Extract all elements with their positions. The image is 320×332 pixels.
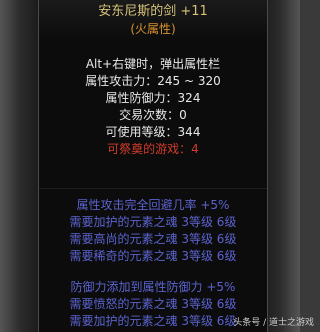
watermark: 头条号 / 道士之游戏 bbox=[233, 318, 314, 328]
alt-hint: Alt+右键时，弹出属性栏 bbox=[85, 57, 221, 71]
attack-requirement-3: 需要稀奇的元素之魂 3等级 6级 bbox=[69, 249, 237, 263]
sacrifice-count: 可祭奠的游戏：4 bbox=[107, 142, 199, 156]
attack-requirement-2: 需要高尚的元素之魂 3等级 6级 bbox=[69, 232, 237, 246]
defense-bonus-title: 防御力添加到属性防御力 +5% bbox=[70, 280, 236, 294]
section-divider bbox=[39, 188, 267, 189]
stat-defense: 属性防御力：324 bbox=[105, 91, 201, 105]
attack-requirement-1: 需要加护的元素之魂 3等级 6级 bbox=[69, 215, 237, 229]
stat-trade-count: 交易次数：0 bbox=[119, 108, 187, 122]
item-name: 安东尼斯的剑 +11 bbox=[98, 4, 208, 19]
stat-attack: 属性攻击力：245 ~ 320 bbox=[85, 74, 221, 88]
item-tooltip: 安东尼斯的剑 +11 (火属性) Alt+右键时，弹出属性栏 属性攻击力：245… bbox=[38, 0, 268, 332]
element-tag: (火属性) bbox=[130, 22, 176, 36]
stat-usable-level: 可使用等级：344 bbox=[105, 125, 201, 139]
attack-bonus-title: 属性攻击完全回避几率 +5% bbox=[76, 198, 230, 212]
defense-requirement-1: 需要愤怒的元素之魂 3等级 6级 bbox=[69, 297, 237, 311]
